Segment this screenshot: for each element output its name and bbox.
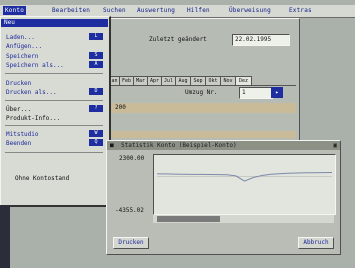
menu-item-speichern[interactable]: Speichern <box>6 53 39 60</box>
menu-item-laden[interactable]: Laden... <box>6 34 35 41</box>
zuletzt-label: Zuletzt geändert <box>149 36 207 43</box>
tab-jul[interactable]: Jul <box>161 76 176 85</box>
tab-nov[interactable]: Nov <box>220 76 236 85</box>
cancel-button[interactable]: Abbruch <box>298 237 334 249</box>
menu-item-mitstudio[interactable]: Mitstudio <box>6 131 39 138</box>
depth-gadget-icon[interactable]: ▣ <box>333 141 337 150</box>
menu-item-neu[interactable]: Neu <box>1 19 108 27</box>
menu-extras[interactable]: Extras <box>289 7 312 14</box>
tab-okt[interactable]: Okt <box>205 76 221 85</box>
statistics-chart <box>153 154 336 215</box>
menu-auswertung[interactable]: Auswertung <box>137 7 175 14</box>
shortcut-drucken-als: D <box>89 88 103 95</box>
umzug-stepper-button[interactable]: ▸ <box>271 87 283 98</box>
zuletzt-date-field[interactable]: 22.02.1995 <box>232 34 290 46</box>
menu-separator <box>5 100 103 101</box>
y-axis-max-label: 2300.00 <box>119 155 145 162</box>
shortcut-beenden: Q <box>89 139 103 146</box>
menu-separator <box>5 73 103 74</box>
shortcut-speichern: S <box>89 52 103 59</box>
umzug-number-field[interactable]: 1 <box>239 87 273 99</box>
chart-svg <box>157 172 333 182</box>
tab-feb[interactable]: Feb <box>119 76 134 85</box>
menu-item-drucken-als[interactable]: Drucken als... <box>6 89 57 96</box>
shortcut-laden: L <box>89 33 103 40</box>
statistics-titlebar[interactable]: ■ Statistik Konto (Beispiel-Konto) ▣ <box>107 141 340 150</box>
desktop-screen: Konto Bearbeiten Suchen Auswertung Hilfe… <box>0 0 355 268</box>
tab-aug[interactable]: Aug <box>175 76 191 85</box>
menu-separator <box>5 125 103 126</box>
scrollbar-thumb[interactable] <box>157 216 220 222</box>
data-row-value: 200 <box>115 104 126 111</box>
tab-dez[interactable]: Dez <box>235 76 252 85</box>
menu-item-anfuegen[interactable]: Anfügen... <box>6 43 42 50</box>
menu-item-ueber[interactable]: Über... <box>6 106 31 113</box>
menu-item-produkt-info[interactable]: Produkt-Info... <box>6 115 60 122</box>
print-button[interactable]: Drucken <box>113 237 149 249</box>
data-row-bar[interactable]: 200 <box>106 103 296 113</box>
shortcut-speichern-als: A <box>89 61 103 68</box>
shortcut-ueber: ? <box>89 105 103 112</box>
menu-hilfen[interactable]: Hilfen <box>187 7 210 14</box>
horizontal-scrollbar[interactable] <box>153 215 334 223</box>
menu-item-speichern-als[interactable]: Speichern als... <box>6 62 64 69</box>
tab-mar[interactable]: Mar <box>133 76 148 85</box>
menu-bearbeiten[interactable]: Bearbeiten <box>52 7 90 14</box>
tab-apr[interactable]: Apr <box>147 76 162 85</box>
tab-sep[interactable]: Sep <box>190 76 206 85</box>
menu-konto[interactable]: Konto <box>3 6 27 15</box>
close-icon[interactable]: ■ <box>110 141 117 149</box>
menu-status-text: Ohne Kontostand <box>15 175 70 182</box>
umzug-label: Umzug Nr. <box>185 89 218 96</box>
statistics-title: Statistik Konto (Beispiel-Konto) <box>121 142 237 149</box>
background-window-edge <box>0 205 10 268</box>
chart-series-line <box>157 172 333 182</box>
statistics-window: ■ Statistik Konto (Beispiel-Konto) ▣ 230… <box>106 140 341 255</box>
menu-separator <box>5 152 103 153</box>
konto-dropdown-menu: Neu Laden... L Anfügen... Speichern S Sp… <box>0 16 111 207</box>
shortcut-mitstudio: W <box>89 130 103 137</box>
menu-item-beenden[interactable]: Beenden <box>6 140 31 147</box>
y-axis-min-label: -4355.02 <box>115 207 144 214</box>
menu-item-drucken[interactable]: Drucken <box>6 80 31 87</box>
menu-suchen[interactable]: Suchen <box>103 7 126 14</box>
menu-ueberweisung[interactable]: Überweisung <box>229 7 271 14</box>
tab-divider <box>106 85 296 86</box>
data-row-bar-2[interactable] <box>106 131 296 138</box>
